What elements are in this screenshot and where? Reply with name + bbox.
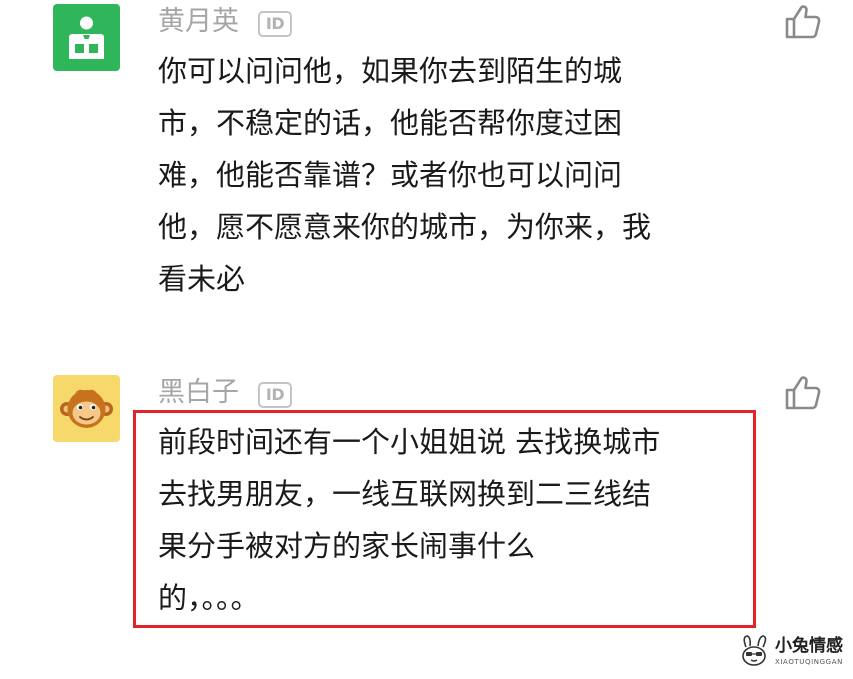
rabbit-logo-icon (742, 635, 767, 666)
avatar[interactable] (53, 4, 120, 71)
highlight-box (133, 410, 756, 628)
comment-text: 你可以问问他，如果你去到陌生的城 市，不稳定的话，他能否帮你度过困 难，他能否靠… (158, 45, 651, 305)
comment-line: 难，他能否靠谱？或者你也可以问问 (158, 158, 623, 192)
comment-line: 他，愿不愿意来你的城市，为你来，我 (158, 210, 652, 244)
thumbs-up-icon (785, 5, 821, 39)
comment-line: 看未必 (158, 262, 246, 296)
like-button[interactable] (784, 4, 822, 40)
id-badge-icon: ID (258, 382, 292, 408)
username[interactable]: 黄月英 (158, 5, 239, 39)
watermark-subtitle: XIAOTUQINGGAN (775, 658, 843, 666)
watermark-title: 小兔情感 (775, 636, 843, 656)
comment-line: 你可以问问他，如果你去到陌生的城 (158, 54, 623, 88)
monkey-avatar-icon (53, 375, 120, 442)
username[interactable]: 黑白子 (158, 376, 239, 410)
watermark-logo: 小兔情感 XIAOTUQINGGAN (737, 633, 849, 673)
comment-line: 市，不稳定的话，他能否帮你度过困 (158, 106, 623, 140)
user-avatar-icon (53, 4, 120, 71)
id-badge-icon: ID (258, 11, 292, 37)
like-button[interactable] (784, 375, 822, 411)
avatar[interactable] (53, 375, 120, 442)
thumbs-up-icon (785, 376, 821, 410)
